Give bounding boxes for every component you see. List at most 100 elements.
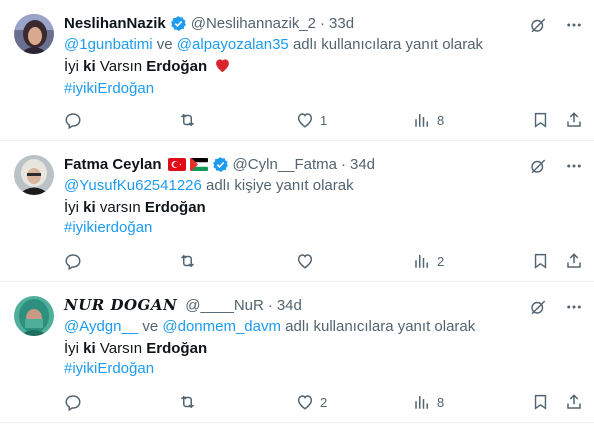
text-segment-bold: ki: [83, 58, 96, 75]
replying-suffix: adlı kişiye yanıt olarak: [201, 177, 354, 194]
turkey-flag-icon: [167, 157, 186, 171]
like-button[interactable]: 1: [296, 111, 327, 129]
hashtag-link[interactable]: #iyikiErdoğan: [64, 359, 207, 379]
reply-icon: [65, 395, 81, 411]
retweet-button[interactable]: [178, 111, 203, 129]
avatar[interactable]: [14, 14, 54, 54]
action-bar: 1 8: [60, 110, 584, 130]
mention-link[interactable]: @donmem_davm: [162, 318, 281, 335]
more-options-icon[interactable]: [564, 297, 584, 317]
replying-joiner: ve: [152, 36, 177, 53]
bookmark-icon: [534, 253, 547, 269]
reply-icon: [65, 113, 81, 129]
view-count: 8: [437, 112, 445, 128]
timestamp[interactable]: 34d: [350, 156, 375, 173]
like-icon: [297, 395, 313, 410]
mention-link[interactable]: @alpayozalan35: [177, 36, 289, 53]
tweet-text: İyi ki Varsın Erdoğan #iyikiErdoğan: [64, 57, 231, 99]
text-segment: İyi: [64, 199, 84, 216]
views-button[interactable]: 2: [413, 252, 444, 270]
replying-to: @Aydgn__ ve @donmem_davm adlı kullanıcıl…: [64, 318, 475, 335]
like-button[interactable]: 2: [296, 393, 327, 411]
analytics-icon: [415, 114, 428, 127]
reply-icon: [65, 254, 81, 270]
mention-link[interactable]: @YusufKu62541226: [64, 177, 202, 194]
display-name[interactable]: Fatma Ceylan: [64, 156, 162, 173]
heart-emoji-icon: [214, 57, 231, 79]
share-icon: [567, 112, 581, 127]
text-segment: Varsın: [95, 340, 147, 357]
bookmark-button[interactable]: [532, 111, 549, 129]
views-button[interactable]: 8: [413, 111, 444, 129]
user-handle[interactable]: @Cyln__Fatma: [233, 156, 337, 173]
display-name[interactable]: NUR DOGAN: [64, 296, 177, 314]
retweet-icon: [180, 254, 195, 268]
reply-button[interactable]: [64, 252, 88, 270]
share-button[interactable]: [565, 393, 583, 411]
view-count: 2: [437, 253, 445, 269]
tweet-text: İyi ki Varsın Erdoğan #iyikiErdoğan: [64, 339, 207, 379]
mention-link[interactable]: @1gunbatimi: [64, 36, 153, 53]
timestamp[interactable]: 33d: [329, 15, 354, 32]
verified-badge-icon: [212, 156, 229, 173]
share-icon: [567, 253, 581, 268]
text-segment-bold: ki: [83, 199, 96, 216]
palestine-flag-icon: [189, 157, 208, 171]
retweet-button[interactable]: [178, 252, 203, 270]
like-icon: [297, 113, 313, 128]
hashtag-link[interactable]: #iyikierdoğan: [64, 218, 206, 238]
replying-joiner: ve: [138, 318, 163, 335]
share-button[interactable]: [565, 252, 583, 270]
replying-suffix: adlı kullanıcılara yanıt olarak: [280, 318, 476, 335]
like-button[interactable]: [296, 252, 320, 270]
verified-badge-icon: [170, 15, 187, 32]
grok-icon[interactable]: [528, 15, 548, 35]
bookmark-button[interactable]: [532, 252, 549, 270]
like-count: 1: [320, 112, 328, 128]
separator-dot: ·: [320, 14, 326, 32]
replying-to: @YusufKu62541226 adlı kişiye yanıt olara…: [64, 177, 354, 194]
separator-dot: ·: [267, 296, 273, 314]
hashtag-link[interactable]: #iyikiErdoğan: [64, 79, 231, 99]
text-segment: Varsın: [95, 58, 147, 75]
more-options-icon[interactable]: [564, 15, 584, 35]
grok-icon[interactable]: [528, 297, 548, 317]
text-segment-bold: Erdoğan: [146, 58, 208, 75]
view-count: 8: [437, 394, 445, 410]
bookmark-button[interactable]: [532, 393, 549, 411]
mention-link[interactable]: @Aydgn__: [64, 318, 138, 335]
user-handle[interactable]: @____NuR: [185, 297, 264, 314]
reply-button[interactable]: [64, 111, 88, 129]
reply-tweet[interactable]: NUR DOGAN @____NuR · 34d @Aydgn__ ve @do…: [0, 282, 594, 423]
reply-tweet[interactable]: Fatma Ceylan @Cyln__Fatma · 34d @YusufKu…: [0, 141, 594, 282]
bookmark-icon: [534, 394, 547, 410]
share-icon: [567, 394, 581, 409]
text-segment: İyi: [64, 340, 84, 357]
text-segment: İyi: [64, 58, 84, 75]
like-icon: [297, 254, 313, 269]
analytics-icon: [415, 255, 428, 268]
retweet-button[interactable]: [178, 393, 203, 411]
avatar[interactable]: [14, 155, 54, 195]
text-segment: varsın: [95, 199, 145, 216]
share-button[interactable]: [565, 111, 583, 129]
action-bar: 2: [60, 251, 584, 271]
tweet-text: İyi ki varsın Erdoğan #iyikierdoğan: [64, 198, 206, 238]
more-options-icon[interactable]: [564, 156, 584, 176]
separator-dot: ·: [340, 155, 346, 173]
reply-button[interactable]: [64, 393, 88, 411]
text-segment-bold: ki: [83, 340, 96, 357]
user-handle[interactable]: @Neslihannazik_2: [191, 15, 316, 32]
avatar[interactable]: [14, 296, 54, 336]
views-button[interactable]: 8: [413, 393, 444, 411]
retweet-icon: [180, 395, 195, 409]
retweet-icon: [180, 113, 195, 127]
replying-to: @1gunbatimi ve @alpayozalan35 adlı kulla…: [64, 36, 483, 53]
text-segment-bold: Erdoğan: [146, 340, 208, 357]
like-count: 2: [320, 394, 328, 410]
grok-icon[interactable]: [528, 156, 548, 176]
timestamp[interactable]: 34d: [277, 297, 302, 314]
replying-suffix: adlı kullanıcılara yanıt olarak: [288, 36, 484, 53]
display-name[interactable]: NeslihanNazik: [64, 15, 166, 32]
reply-tweet[interactable]: NeslihanNazik @Neslihannazik_2 · 33d @1g…: [0, 0, 594, 141]
